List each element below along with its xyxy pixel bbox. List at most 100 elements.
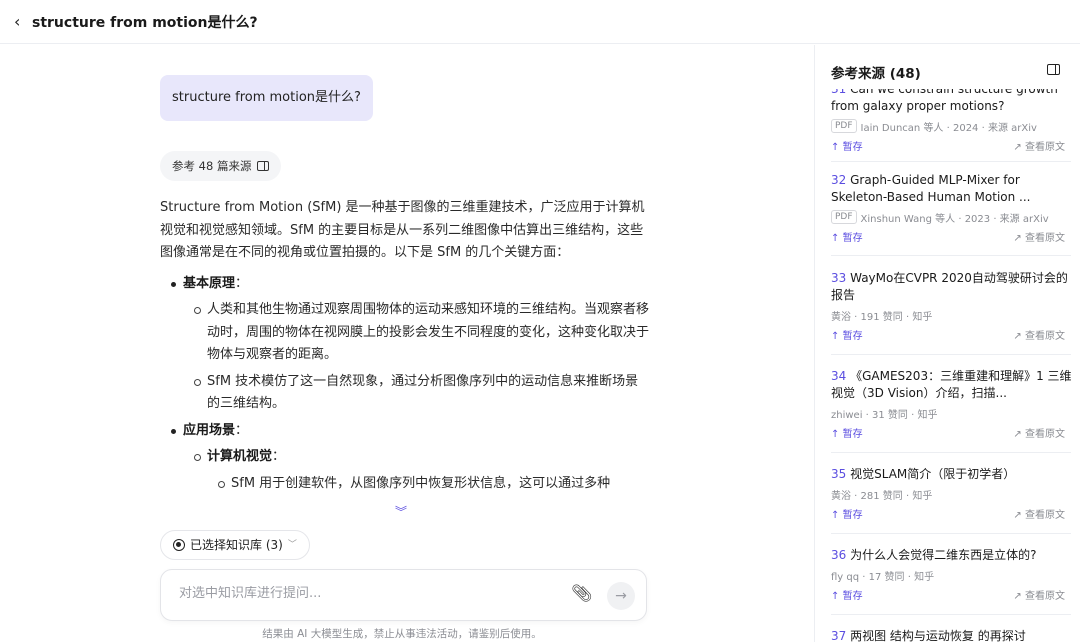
disclaimer: 结果由 AI 大模型生成，禁止从事违法活动，请鉴别后使用。 bbox=[262, 628, 542, 640]
divider bbox=[831, 255, 1071, 256]
answer-body: Structure from Motion (SfM) 是一种基于图像的三维重建… bbox=[160, 197, 650, 499]
view-label: 查看原文 bbox=[1025, 331, 1065, 342]
source-actions: ↑ 暂存 ↗ 查看原文 bbox=[831, 229, 1073, 247]
chevron-left-icon[interactable]: ‹ bbox=[14, 12, 28, 31]
save-label: 暂存 bbox=[842, 510, 863, 521]
save-button[interactable]: ↑ 暂存 bbox=[831, 327, 863, 342]
section-heading: 应用场景 bbox=[183, 422, 236, 438]
double-chevron-down-icon[interactable]: ︾ bbox=[395, 503, 407, 520]
panel-toggle-icon[interactable] bbox=[1047, 64, 1060, 75]
list-item: 计算机视觉： SfM 用于创建软件，从图像序列中恢复形状信息，这可以通过多种 bbox=[194, 446, 650, 496]
top-bar: ‹ structure from motion是什么? bbox=[0, 0, 1080, 44]
arrow-right-icon: → bbox=[615, 588, 627, 604]
source-actions: ↑ 暂存 ↗ 查看原文 bbox=[831, 138, 1073, 156]
list-item: 应用场景： 计算机视觉： SfM 用于创建软件，从图像序列中恢复形状信息，这可以… bbox=[160, 420, 650, 496]
save-button[interactable]: ↑ 暂存 bbox=[831, 138, 863, 153]
sub-heading: 计算机视觉 bbox=[207, 449, 273, 464]
view-original-button[interactable]: ↗ 查看原文 bbox=[1013, 327, 1065, 342]
source-number: 35 bbox=[831, 467, 847, 481]
divider bbox=[831, 533, 1071, 534]
source-item: 31 Can we constrain structure growth fro… bbox=[815, 81, 1080, 156]
source-title-text: 《GAMES203：三维重建和理解》1 三维视觉（3D Vision）介绍，扫描… bbox=[831, 369, 1072, 400]
save-button[interactable]: ↑ 暂存 bbox=[831, 229, 863, 244]
external-link-icon: ↗ bbox=[1013, 429, 1022, 440]
references-chip-label: 参考 48 篇来源 bbox=[172, 159, 252, 173]
save-button[interactable]: ↑ 暂存 bbox=[831, 506, 863, 521]
answer-list: 基本原理： 人类和其他生物通过观察周围物体的运动来感知环境的三维结构。当观察者移… bbox=[160, 273, 650, 496]
view-label: 查看原文 bbox=[1025, 591, 1065, 602]
external-link-icon: ↗ bbox=[1013, 510, 1022, 521]
source-meta-text: Iain Duncan 等人 · 2024 · 来源 arXiv bbox=[860, 122, 1037, 134]
external-link-icon: ↗ bbox=[1013, 233, 1022, 244]
source-meta-text: zhiwei · 31 赞同 · 知乎 bbox=[831, 409, 938, 421]
source-title[interactable]: 36 为什么人会觉得二维东西是立体的? bbox=[831, 547, 1073, 564]
pin-icon: ↑ bbox=[831, 429, 840, 440]
view-label: 查看原文 bbox=[1025, 233, 1065, 244]
save-label: 暂存 bbox=[842, 591, 863, 602]
pin-icon: ↑ bbox=[831, 233, 840, 244]
divider bbox=[831, 354, 1071, 355]
save-label: 暂存 bbox=[842, 429, 863, 440]
view-original-button[interactable]: ↗ 查看原文 bbox=[1013, 587, 1065, 602]
knowledge-base-selector[interactable]: 已选择知识库 (3) ﹀ bbox=[160, 530, 310, 560]
question-input-box: 📎︎ → bbox=[160, 569, 647, 621]
source-number: 32 bbox=[831, 173, 847, 187]
view-label: 查看原文 bbox=[1025, 429, 1065, 440]
save-button[interactable]: ↑ 暂存 bbox=[831, 425, 863, 440]
view-original-button[interactable]: ↗ 查看原文 bbox=[1013, 506, 1065, 521]
view-original-button[interactable]: ↗ 查看原文 bbox=[1013, 425, 1065, 440]
view-label: 查看原文 bbox=[1025, 510, 1065, 521]
external-link-icon: ↗ bbox=[1013, 142, 1022, 153]
sidebar-header: 参考来源 (48) bbox=[815, 45, 1080, 89]
source-meta: 黄浴 · 191 赞同 · 知乎 bbox=[831, 307, 1073, 323]
chevron-down-icon: ﹀ bbox=[287, 540, 297, 550]
save-label: 暂存 bbox=[842, 331, 863, 342]
source-meta-text: 黄浴 · 281 赞同 · 知乎 bbox=[831, 490, 933, 502]
source-title[interactable]: 35 视觉SLAM简介（限于初学者） bbox=[831, 466, 1073, 483]
external-link-icon: ↗ bbox=[1013, 331, 1022, 342]
page-title: structure from motion是什么? bbox=[32, 14, 258, 31]
source-title[interactable]: 37 两视图 结构与运动恢复 的再探讨 bbox=[831, 628, 1073, 642]
source-actions: ↑ 暂存 ↗ 查看原文 bbox=[831, 587, 1073, 605]
chat-area: structure from motion是什么? 参考 48 篇来源 Stru… bbox=[0, 45, 814, 642]
section-colon: ： bbox=[235, 275, 249, 291]
source-title[interactable]: 33 WayMo在CVPR 2020自动驾驶研讨会的报告 bbox=[831, 270, 1073, 304]
source-item: 35 视觉SLAM简介（限于初学者） 黄浴 · 281 赞同 · 知乎 ↑ 暂存… bbox=[815, 466, 1080, 524]
references-chip[interactable]: 参考 48 篇来源 bbox=[160, 151, 282, 181]
question-input[interactable] bbox=[179, 586, 539, 601]
sub-list: 计算机视觉： SfM 用于创建软件，从图像序列中恢复形状信息，这可以通过多种 bbox=[183, 446, 650, 495]
source-meta: zhiwei · 31 赞同 · 知乎 bbox=[831, 405, 1073, 421]
save-label: 暂存 bbox=[842, 142, 863, 153]
source-title-text: 视觉SLAM简介（限于初学者） bbox=[850, 467, 1016, 481]
source-meta-text: fly qq · 17 赞同 · 知乎 bbox=[831, 571, 935, 583]
sub-list: 人类和其他生物通过观察周围物体的运动来感知环境的三维结构。当观察者移动时，周围的… bbox=[183, 299, 650, 416]
save-label: 暂存 bbox=[842, 233, 863, 244]
source-actions: ↑ 暂存 ↗ 查看原文 bbox=[831, 425, 1073, 443]
source-title[interactable]: 34 《GAMES203：三维重建和理解》1 三维视觉（3D Vision）介绍… bbox=[831, 368, 1073, 402]
source-actions: ↑ 暂存 ↗ 查看原文 bbox=[831, 327, 1073, 345]
send-button[interactable]: → bbox=[607, 582, 635, 610]
panel-icon bbox=[257, 161, 270, 171]
view-label: 查看原文 bbox=[1025, 142, 1065, 153]
sidebar-title: 参考来源 (48) bbox=[831, 66, 921, 82]
view-original-button[interactable]: ↗ 查看原文 bbox=[1013, 229, 1065, 244]
sub-sub-list: SfM 用于创建软件，从图像序列中恢复形状信息，这可以通过多种 bbox=[207, 473, 650, 496]
source-number: 36 bbox=[831, 548, 847, 562]
source-meta: fly qq · 17 赞同 · 知乎 bbox=[831, 567, 1073, 583]
paperclip-icon[interactable]: 📎︎ bbox=[571, 584, 593, 604]
section-heading: 基本原理 bbox=[183, 275, 236, 291]
pdf-badge: PDF bbox=[831, 119, 857, 133]
source-item: 33 WayMo在CVPR 2020自动驾驶研讨会的报告 黄浴 · 191 赞同… bbox=[815, 270, 1080, 345]
source-title[interactable]: 32 Graph-Guided MLP-Mixer for Skeleton-B… bbox=[831, 172, 1073, 206]
view-original-button[interactable]: ↗ 查看原文 bbox=[1013, 138, 1065, 153]
sources-sidebar: 31 Can we constrain structure growth fro… bbox=[814, 45, 1080, 642]
list-item: SfM 技术模仿了这一自然现象，通过分析图像序列中的运动信息来推断场景的三维结构… bbox=[194, 371, 650, 416]
list-item: 基本原理： 人类和其他生物通过观察周围物体的运动来感知环境的三维结构。当观察者移… bbox=[160, 273, 650, 416]
source-item: 37 两视图 结构与运动恢复 的再探讨 bbox=[815, 628, 1080, 642]
source-title-text: Graph-Guided MLP-Mixer for Skeleton-Base… bbox=[831, 173, 1031, 204]
save-button[interactable]: ↑ 暂存 bbox=[831, 587, 863, 602]
source-meta-text: 黄浴 · 191 赞同 · 知乎 bbox=[831, 311, 933, 323]
source-title-text: 两视图 结构与运动恢复 的再探讨 bbox=[850, 629, 1026, 642]
divider bbox=[831, 614, 1071, 615]
external-link-icon: ↗ bbox=[1013, 591, 1022, 602]
